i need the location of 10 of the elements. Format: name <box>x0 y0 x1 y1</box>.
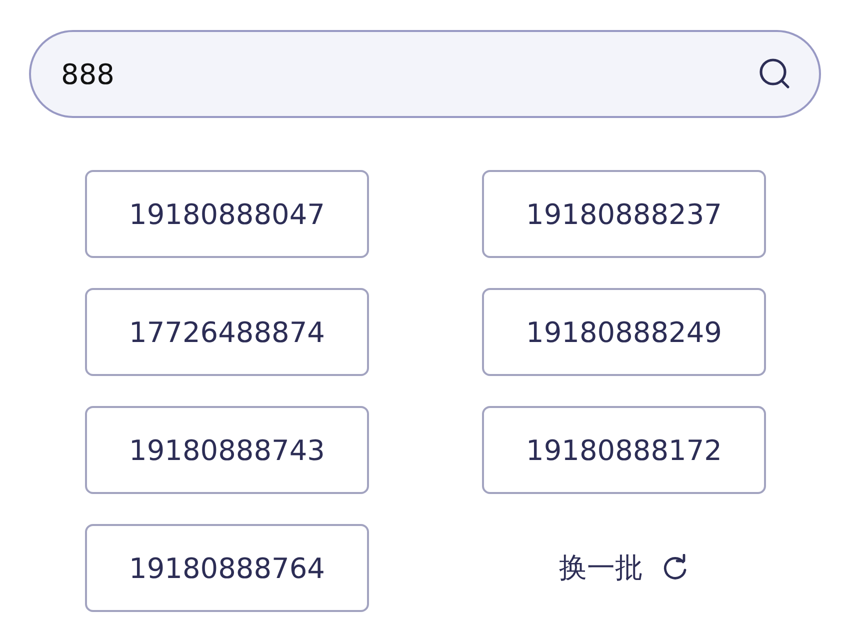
refresh-button[interactable]: 换一批 <box>482 524 766 612</box>
search-field[interactable]: 888 <box>29 30 821 118</box>
number-option[interactable]: 19180888237 <box>482 170 766 258</box>
number-option[interactable]: 19180888172 <box>482 406 766 494</box>
number-option[interactable]: 19180888764 <box>85 524 369 612</box>
number-option[interactable]: 19180888047 <box>85 170 369 258</box>
number-option[interactable]: 17726488874 <box>85 288 369 376</box>
refresh-icon <box>661 554 689 582</box>
number-option[interactable]: 19180888249 <box>482 288 766 376</box>
number-option[interactable]: 19180888743 <box>85 406 369 494</box>
